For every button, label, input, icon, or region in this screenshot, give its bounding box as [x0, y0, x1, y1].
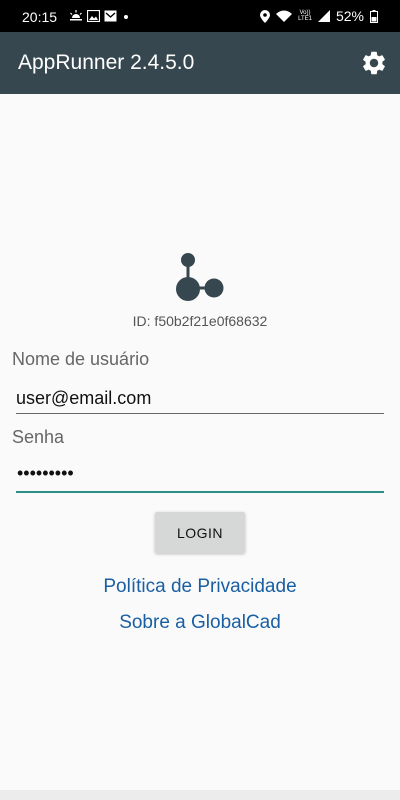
app-title: AppRunner 2.4.5.0 — [18, 51, 195, 74]
status-bar: 20:15 Vo)) LTE1 52% — [0, 0, 400, 32]
battery-percent: 52% — [335, 8, 364, 24]
image-icon — [87, 10, 100, 22]
signal-icon — [317, 10, 330, 22]
signal-text-bottom: LTE1 — [298, 16, 312, 22]
device-id: ID: f50b2f21e0f68632 — [132, 313, 268, 329]
status-time: 20:15 — [22, 9, 58, 25]
username-label: Nome de usuário — [12, 349, 150, 369]
weather-icon — [70, 10, 82, 21]
password-label: Senha — [12, 427, 65, 447]
username-field[interactable] — [16, 383, 384, 414]
status-system-icons: Vo)) LTE1 52% — [260, 8, 378, 24]
battery-icon — [370, 9, 378, 23]
navigation-bar-strip — [0, 790, 400, 800]
settings-button[interactable] — [360, 49, 388, 77]
mail-icon — [104, 10, 117, 22]
share-nodes-icon — [176, 253, 224, 301]
privacy-policy-link[interactable]: Política de Privacidade — [0, 576, 400, 598]
about-link[interactable]: Sobre a GlobalCad — [0, 612, 400, 634]
location-icon — [260, 9, 271, 23]
app-bar: AppRunner 2.4.5.0 — [0, 32, 400, 94]
dot-icon — [124, 15, 128, 19]
login-button[interactable]: LOGIN — [155, 512, 245, 553]
wifi-icon — [276, 10, 293, 22]
signal-text: Vo)) LTE1 — [298, 10, 312, 22]
status-notification-icons — [69, 10, 131, 22]
password-mask: ••••••••• — [17, 463, 74, 483]
password-field[interactable]: ••••••••• — [16, 461, 384, 493]
gear-icon — [363, 51, 385, 75]
